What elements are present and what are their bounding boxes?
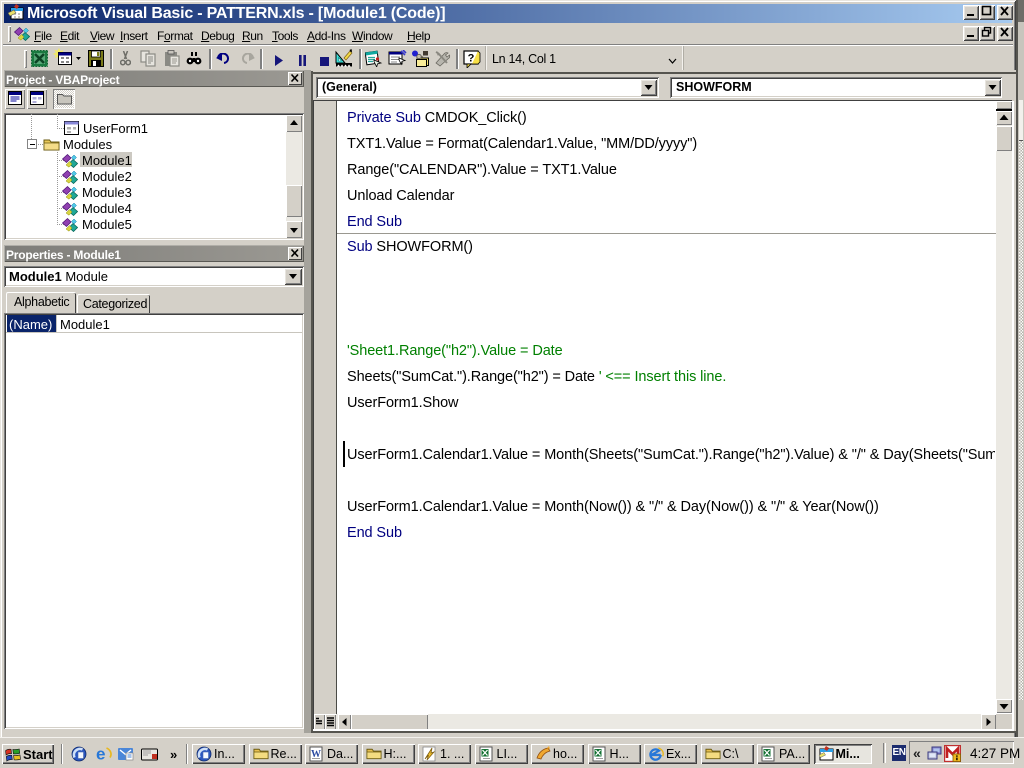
svg-text:?: ? bbox=[468, 53, 475, 65]
svg-text:e: e bbox=[96, 745, 105, 763]
